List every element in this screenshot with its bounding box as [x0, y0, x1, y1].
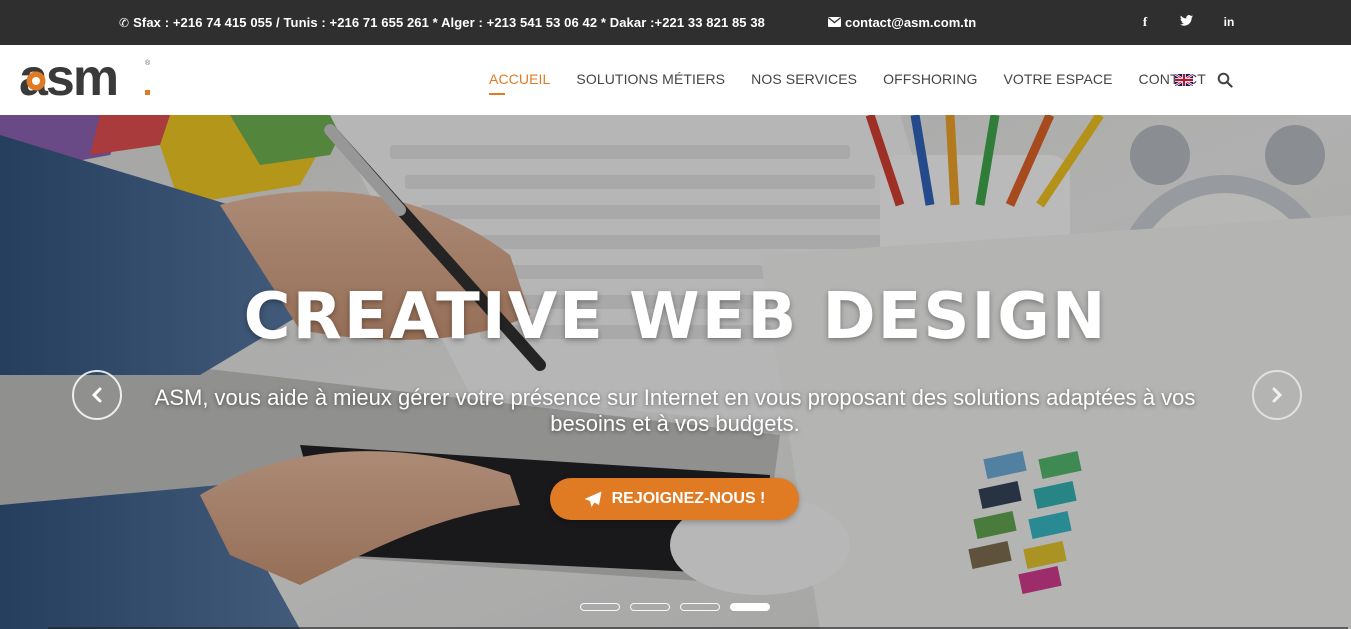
slider-pagination	[580, 603, 780, 611]
slide-dot-4[interactable]	[730, 603, 770, 611]
hero-subtitle: ASM, vous aide à mieux gérer votre prése…	[154, 385, 1196, 436]
uk-flag-icon[interactable]	[1175, 74, 1193, 86]
chevron-left-icon	[91, 387, 102, 403]
slide-dot-3[interactable]	[680, 603, 720, 611]
join-us-button[interactable]: REJOIGNEZ-NOUS !	[550, 478, 799, 520]
twitter-icon[interactable]	[1177, 13, 1195, 31]
envelope-icon	[828, 16, 841, 30]
main-navigation: ACCUEIL SOLUTIONS MÉTIERS NOS SERVICES O…	[489, 71, 1232, 95]
slide-dot-1[interactable]	[580, 603, 620, 611]
nav-solutions-metiers[interactable]: SOLUTIONS MÉTIERS	[576, 71, 725, 87]
phone-numbers-text: Sfax : +216 74 415 055 / Tunis : +216 71…	[133, 15, 766, 30]
nav-accueil[interactable]: ACCUEIL	[489, 71, 550, 95]
phone-icon: ✆	[119, 16, 130, 30]
slider-prev-button[interactable]	[72, 370, 122, 420]
slider-next-button[interactable]	[1252, 370, 1302, 420]
hero-slider: CREATIVE WEB DESIGN ASM, vous aide à mie…	[0, 115, 1351, 629]
hero-title: CREATIVE WEB DESIGN	[243, 280, 1108, 354]
nav-votre-espace[interactable]: VOTRE ESPACE	[1003, 71, 1112, 87]
contact-email-text: contact@asm.com.tn	[845, 15, 977, 30]
svg-text:®: ®	[145, 59, 151, 67]
paper-plane-icon	[584, 491, 602, 507]
chevron-right-icon	[1272, 387, 1283, 403]
join-us-label: REJOIGNEZ-NOUS !	[611, 490, 766, 507]
phone-numbers: ✆ Sfax : +216 74 415 055 / Tunis : +216 7…	[119, 15, 765, 30]
linkedin-icon[interactable]: in	[1220, 13, 1238, 31]
site-header: asm ® ACCUEIL SOLUTIONS MÉTIERS NOS SERV…	[0, 45, 1351, 115]
asm-logo[interactable]: asm ®	[19, 53, 159, 105]
search-icon[interactable]	[1217, 72, 1233, 88]
nav-offshoring[interactable]: OFFSHORING	[883, 71, 977, 87]
contact-email[interactable]: contact@asm.com.tn	[828, 15, 976, 30]
facebook-icon[interactable]: f	[1136, 13, 1154, 31]
nav-nos-services[interactable]: NOS SERVICES	[751, 71, 857, 87]
slide-dot-2[interactable]	[630, 603, 670, 611]
top-contact-bar: ✆ Sfax : +216 74 415 055 / Tunis : +216 7…	[0, 0, 1351, 45]
nav-contact[interactable]: CONTACT	[1139, 71, 1206, 87]
hero-overlay	[0, 115, 1351, 629]
